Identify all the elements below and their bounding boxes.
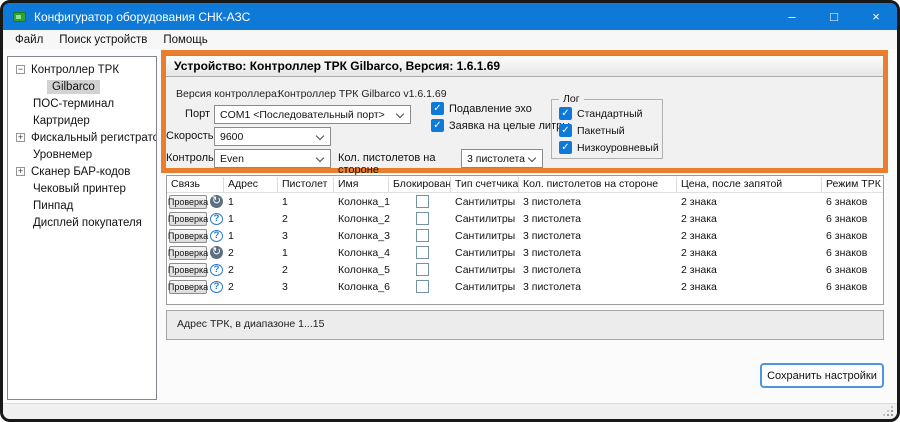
tree-item-barcode-scanner[interactable]: + Сканер БАР-кодов bbox=[8, 163, 156, 180]
screenshot: Конфигуратор оборудования СНК-АЗС – □ × … bbox=[0, 0, 900, 422]
chevron-down-icon bbox=[316, 155, 324, 163]
nozzles-per-side-label: Кол. пистолетов на стороне bbox=[338, 152, 458, 176]
port-label: Порт bbox=[166, 108, 210, 120]
chevron-down-icon bbox=[396, 111, 404, 119]
port-select[interactable]: COM1 <Последовательный порт> bbox=[214, 105, 411, 124]
menu-file[interactable]: Файл bbox=[7, 32, 51, 48]
checkbox-checked[interactable]: ✓ bbox=[559, 124, 572, 137]
table-row: Проверка ↻ 2 1 Колонка_4 Сантилитры 3 пи… bbox=[167, 244, 883, 261]
speed-select[interactable]: 9600 bbox=[214, 127, 331, 146]
table-header-row: Связь Адрес Пистолет Имя Блокирована Тип… bbox=[167, 176, 883, 193]
menu-device-search[interactable]: Поиск устройств bbox=[51, 32, 155, 48]
table-row: Проверка ? 2 2 Колонка_5 Сантилитры 3 пи… bbox=[167, 261, 883, 278]
question-icon: ? bbox=[210, 230, 223, 242]
check-icon: ✓ bbox=[433, 104, 441, 114]
save-settings-button[interactable]: Сохранить настройки bbox=[760, 363, 884, 388]
tree-item-receipt-printer[interactable]: Чековый принтер bbox=[8, 180, 156, 197]
table-row: Проверка ↻ 1 1 Колонка_1 Сантилитры 3 пи… bbox=[167, 193, 883, 210]
maximize-button[interactable]: □ bbox=[813, 3, 855, 30]
tree-item-gilbarco[interactable]: Gilbarco bbox=[8, 78, 156, 95]
checkbox-checked[interactable]: ✓ bbox=[559, 141, 572, 154]
chevron-down-icon bbox=[316, 133, 324, 141]
chevron-down-icon bbox=[528, 155, 536, 163]
device-settings-highlight: Устройство: Контроллер ТРК Gilbarco, Вер… bbox=[161, 50, 888, 173]
checkbox-checked[interactable]: ✓ bbox=[431, 119, 444, 132]
blocked-checkbox[interactable] bbox=[416, 263, 429, 276]
tree-item-controller-trk[interactable]: − Контроллер ТРК bbox=[8, 61, 156, 78]
log-standard-checkbox[interactable]: ✓ Стандартный bbox=[559, 107, 643, 120]
address-range-note: Адрес ТРК, в диапазоне 1...15 bbox=[166, 310, 884, 340]
tree-item-level-gauge[interactable]: Уровнемер bbox=[8, 146, 156, 163]
resize-grip[interactable] bbox=[883, 406, 893, 416]
parity-label: Контроль bbox=[166, 152, 210, 164]
collapse-icon[interactable]: − bbox=[16, 65, 25, 74]
expand-icon[interactable]: + bbox=[16, 133, 25, 142]
check-icon: ✓ bbox=[561, 143, 569, 153]
table-row: Проверка ? 1 3 Колонка_3 Сантилитры 3 пи… bbox=[167, 227, 883, 244]
log-groupbox: Лог ✓ Стандартный ✓ Пакетный ✓ Низкоуров… bbox=[551, 99, 663, 159]
blocked-checkbox[interactable] bbox=[416, 212, 429, 225]
tree-item-pinpad[interactable]: Пинпад bbox=[8, 197, 156, 214]
app-window: Конфигуратор оборудования СНК-АЗС – □ × … bbox=[0, 0, 900, 422]
tree-item-card-reader[interactable]: Картридер bbox=[8, 112, 156, 129]
nozzles-per-side-select[interactable]: 3 пистолета bbox=[461, 149, 543, 168]
blocked-checkbox[interactable] bbox=[416, 246, 429, 259]
blocked-checkbox[interactable] bbox=[416, 280, 429, 293]
device-header-title: Устройство: Контроллер ТРК Gilbarco, Вер… bbox=[174, 59, 500, 73]
tree-item-fiscal-registrar[interactable]: + Фискальный регистратор bbox=[8, 129, 156, 146]
menu-help[interactable]: Помощь bbox=[155, 32, 215, 48]
checkbox-checked[interactable]: ✓ bbox=[431, 102, 444, 115]
table-row: Проверка ? 1 2 Колонка_2 Сантилитры 3 пи… bbox=[167, 210, 883, 227]
question-icon: ? bbox=[210, 264, 223, 276]
window-controls: – □ × bbox=[771, 3, 897, 30]
question-icon: ? bbox=[210, 281, 223, 293]
close-button[interactable]: × bbox=[855, 3, 897, 30]
check-connection-button[interactable]: Проверка bbox=[169, 246, 207, 260]
status-bar bbox=[3, 403, 897, 419]
menu-bar: Файл Поиск устройств Помощь bbox=[3, 30, 897, 49]
content-area: − Контроллер ТРК Gilbarco ПОС-терминал К… bbox=[3, 49, 897, 403]
check-icon: ✓ bbox=[561, 126, 569, 136]
device-header-bar: Устройство: Контроллер ТРК Gilbarco, Вер… bbox=[166, 55, 883, 77]
controller-version-label: Версия контроллера: bbox=[176, 88, 280, 100]
log-lowlevel-checkbox[interactable]: ✓ Низкоуровневый bbox=[559, 141, 659, 154]
blocked-checkbox[interactable] bbox=[416, 229, 429, 242]
window-title: Конфигуратор оборудования СНК-АЗС bbox=[34, 10, 250, 24]
speed-label: Скорость bbox=[166, 130, 210, 142]
tree-item-customer-display[interactable]: Дисплей покупателя bbox=[8, 214, 156, 231]
check-connection-button[interactable]: Проверка bbox=[169, 212, 207, 226]
table-row: Проверка ? 2 3 Колонка_6 Сантилитры 3 пи… bbox=[167, 278, 883, 295]
echo-suppression-checkbox[interactable]: ✓ Подавление эхо bbox=[431, 102, 532, 115]
parity-select[interactable]: Even bbox=[214, 149, 331, 168]
question-icon: ? bbox=[210, 213, 223, 225]
main-panel: Устройство: Контроллер ТРК Gilbarco, Вер… bbox=[158, 49, 894, 400]
check-connection-button[interactable]: Проверка bbox=[169, 263, 207, 277]
pumps-table: Связь Адрес Пистолет Имя Блокирована Тип… bbox=[166, 175, 884, 305]
tree-item-pos-terminal[interactable]: ПОС-терминал bbox=[8, 95, 156, 112]
blocked-checkbox[interactable] bbox=[416, 195, 429, 208]
app-icon bbox=[13, 12, 26, 22]
device-tree: − Контроллер ТРК Gilbarco ПОС-терминал К… bbox=[7, 56, 157, 400]
refresh-icon: ↻ bbox=[210, 195, 223, 208]
check-icon: ✓ bbox=[433, 121, 441, 131]
title-bar: Конфигуратор оборудования СНК-АЗС – □ × bbox=[3, 3, 897, 30]
log-group-title: Лог bbox=[559, 93, 584, 105]
check-connection-button[interactable]: Проверка bbox=[169, 229, 207, 243]
checkbox-checked[interactable]: ✓ bbox=[559, 107, 572, 120]
check-connection-button[interactable]: Проверка bbox=[169, 195, 207, 209]
whole-litres-checkbox[interactable]: ✓ Заявка на целые литры bbox=[431, 119, 570, 132]
refresh-icon: ↻ bbox=[210, 246, 223, 259]
log-packet-checkbox[interactable]: ✓ Пакетный bbox=[559, 124, 625, 137]
expand-icon[interactable]: + bbox=[16, 167, 25, 176]
check-connection-button[interactable]: Проверка bbox=[169, 280, 207, 294]
check-icon: ✓ bbox=[561, 109, 569, 119]
minimize-button[interactable]: – bbox=[771, 3, 813, 30]
controller-version-value: Контроллер ТРК Gilbarco v1.6.1.69 bbox=[278, 88, 447, 100]
